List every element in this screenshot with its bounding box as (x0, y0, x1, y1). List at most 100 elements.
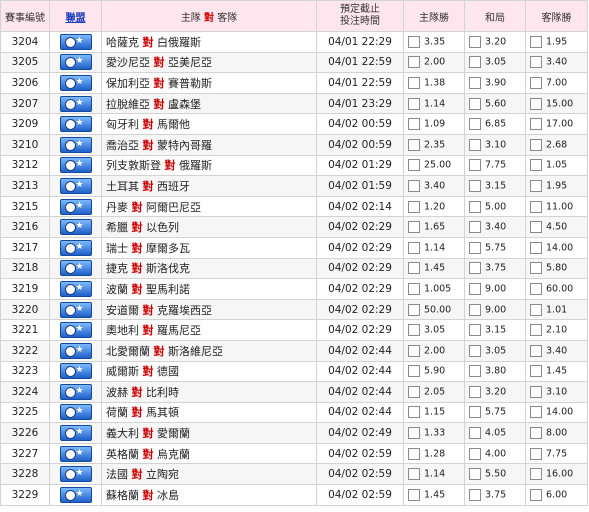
world-cup-qualifier-badge-icon[interactable]: ★ (59, 239, 92, 256)
draw-checkbox[interactable] (469, 200, 481, 213)
draw-checkbox[interactable] (469, 324, 481, 337)
home-win-checkbox[interactable] (408, 488, 420, 501)
draw-checkbox[interactable] (469, 138, 481, 151)
world-cup-qualifier-badge-icon[interactable]: ★ (59, 33, 92, 50)
away-win-checkbox[interactable] (530, 262, 542, 275)
away-win-checkbox[interactable] (530, 324, 542, 337)
home-win-checkbox[interactable] (408, 365, 420, 378)
world-cup-qualifier-badge-icon[interactable]: ★ (59, 116, 92, 133)
world-cup-qualifier-badge-icon[interactable]: ★ (59, 322, 92, 339)
world-cup-qualifier-badge-icon[interactable]: ★ (59, 54, 92, 71)
away-win-checkbox[interactable] (530, 365, 542, 378)
away-win-checkbox[interactable] (530, 241, 542, 254)
away-win-checkbox[interactable] (530, 488, 542, 501)
world-cup-qualifier-badge-icon[interactable]: ★ (59, 486, 92, 503)
away-win-checkbox[interactable] (530, 56, 542, 69)
draw-checkbox[interactable] (469, 159, 481, 172)
world-cup-qualifier-badge-icon[interactable]: ★ (59, 219, 92, 236)
header-league-link[interactable]: 聯盟 (49, 0, 102, 32)
world-cup-qualifier-badge-icon[interactable]: ★ (59, 177, 92, 194)
world-cup-qualifier-badge-icon[interactable]: ★ (59, 157, 92, 174)
draw-checkbox[interactable] (469, 179, 481, 192)
home-win-checkbox[interactable] (408, 118, 420, 131)
away-win-checkbox[interactable] (530, 427, 542, 440)
home-win-checkbox[interactable] (408, 324, 420, 337)
home-win-checkbox[interactable] (408, 179, 420, 192)
league-cell: ★ (49, 72, 102, 94)
table-row: 3219 ★ 波蘭 對 聖馬利諾 04/02 02:29 1.005 9.00 60.00 (0, 278, 588, 300)
home-win-checkbox[interactable] (408, 138, 420, 151)
away-win-checkbox[interactable] (530, 468, 542, 481)
draw-checkbox[interactable] (469, 447, 481, 460)
draw-checkbox[interactable] (469, 303, 481, 316)
world-cup-qualifier-badge-icon[interactable]: ★ (59, 404, 92, 421)
away-win-checkbox[interactable] (530, 221, 542, 234)
draw-checkbox[interactable] (469, 344, 481, 357)
home-win-checkbox[interactable] (408, 241, 420, 254)
world-cup-qualifier-badge-icon[interactable]: ★ (59, 363, 92, 380)
home-win-checkbox[interactable] (408, 447, 420, 460)
away-team: 比利時 (146, 385, 179, 399)
home-win-checkbox[interactable] (408, 56, 420, 69)
home-win-checkbox[interactable] (408, 159, 420, 172)
home-win-checkbox[interactable] (408, 200, 420, 213)
home-win-checkbox[interactable] (408, 385, 420, 398)
away-win-checkbox[interactable] (530, 97, 542, 110)
away-win-checkbox[interactable] (530, 447, 542, 460)
home-win-checkbox[interactable] (408, 97, 420, 110)
draw-checkbox[interactable] (469, 468, 481, 481)
home-win-checkbox[interactable] (408, 262, 420, 275)
header-deadline-line2: 投注時間 (340, 16, 380, 27)
draw-checkbox[interactable] (469, 406, 481, 419)
away-win-checkbox[interactable] (530, 303, 542, 316)
world-cup-qualifier-badge-icon[interactable]: ★ (59, 95, 92, 112)
world-cup-qualifier-badge-icon[interactable]: ★ (59, 280, 92, 297)
home-win-checkbox[interactable] (408, 427, 420, 440)
home-win-checkbox[interactable] (408, 221, 420, 234)
away-win-checkbox[interactable] (530, 406, 542, 419)
away-win-checkbox[interactable] (530, 35, 542, 48)
draw-checkbox[interactable] (469, 97, 481, 110)
away-win-checkbox[interactable] (530, 138, 542, 151)
draw-checkbox[interactable] (469, 427, 481, 440)
home-win-checkbox[interactable] (408, 282, 420, 295)
draw-checkbox[interactable] (469, 262, 481, 275)
home-win-checkbox[interactable] (408, 406, 420, 419)
world-cup-qualifier-badge-icon[interactable]: ★ (59, 445, 92, 462)
world-cup-qualifier-badge-icon[interactable]: ★ (59, 198, 92, 215)
draw-checkbox[interactable] (469, 282, 481, 295)
away-win-checkbox[interactable] (530, 159, 542, 172)
home-win-odds: 1.15 (424, 406, 446, 418)
world-cup-qualifier-badge-icon[interactable]: ★ (59, 301, 92, 318)
home-win-checkbox[interactable] (408, 76, 420, 89)
draw-checkbox[interactable] (469, 488, 481, 501)
home-win-checkbox[interactable] (408, 303, 420, 316)
draw-checkbox[interactable] (469, 221, 481, 234)
away-win-checkbox[interactable] (530, 282, 542, 295)
world-cup-qualifier-badge-icon[interactable]: ★ (59, 74, 92, 91)
draw-checkbox[interactable] (469, 241, 481, 254)
away-win-checkbox[interactable] (530, 76, 542, 89)
home-win-checkbox[interactable] (408, 344, 420, 357)
draw-checkbox[interactable] (469, 56, 481, 69)
world-cup-qualifier-badge-icon[interactable]: ★ (59, 342, 92, 359)
home-win-checkbox[interactable] (408, 468, 420, 481)
draw-checkbox[interactable] (469, 365, 481, 378)
away-team: 以色列 (146, 221, 179, 235)
away-win-checkbox[interactable] (530, 200, 542, 213)
world-cup-qualifier-badge-icon[interactable]: ★ (59, 425, 92, 442)
away-win-checkbox[interactable] (530, 179, 542, 192)
away-win-checkbox[interactable] (530, 385, 542, 398)
draw-checkbox[interactable] (469, 76, 481, 89)
match-cell: 法國 對 立陶宛 (101, 463, 317, 486)
world-cup-qualifier-badge-icon[interactable]: ★ (59, 136, 92, 153)
draw-checkbox[interactable] (469, 35, 481, 48)
draw-checkbox[interactable] (469, 118, 481, 131)
home-win-checkbox[interactable] (408, 35, 420, 48)
world-cup-qualifier-badge-icon[interactable]: ★ (59, 383, 92, 400)
away-win-checkbox[interactable] (530, 344, 542, 357)
world-cup-qualifier-badge-icon[interactable]: ★ (59, 260, 92, 277)
away-win-checkbox[interactable] (530, 118, 542, 131)
draw-checkbox[interactable] (469, 385, 481, 398)
world-cup-qualifier-badge-icon[interactable]: ★ (59, 466, 92, 483)
